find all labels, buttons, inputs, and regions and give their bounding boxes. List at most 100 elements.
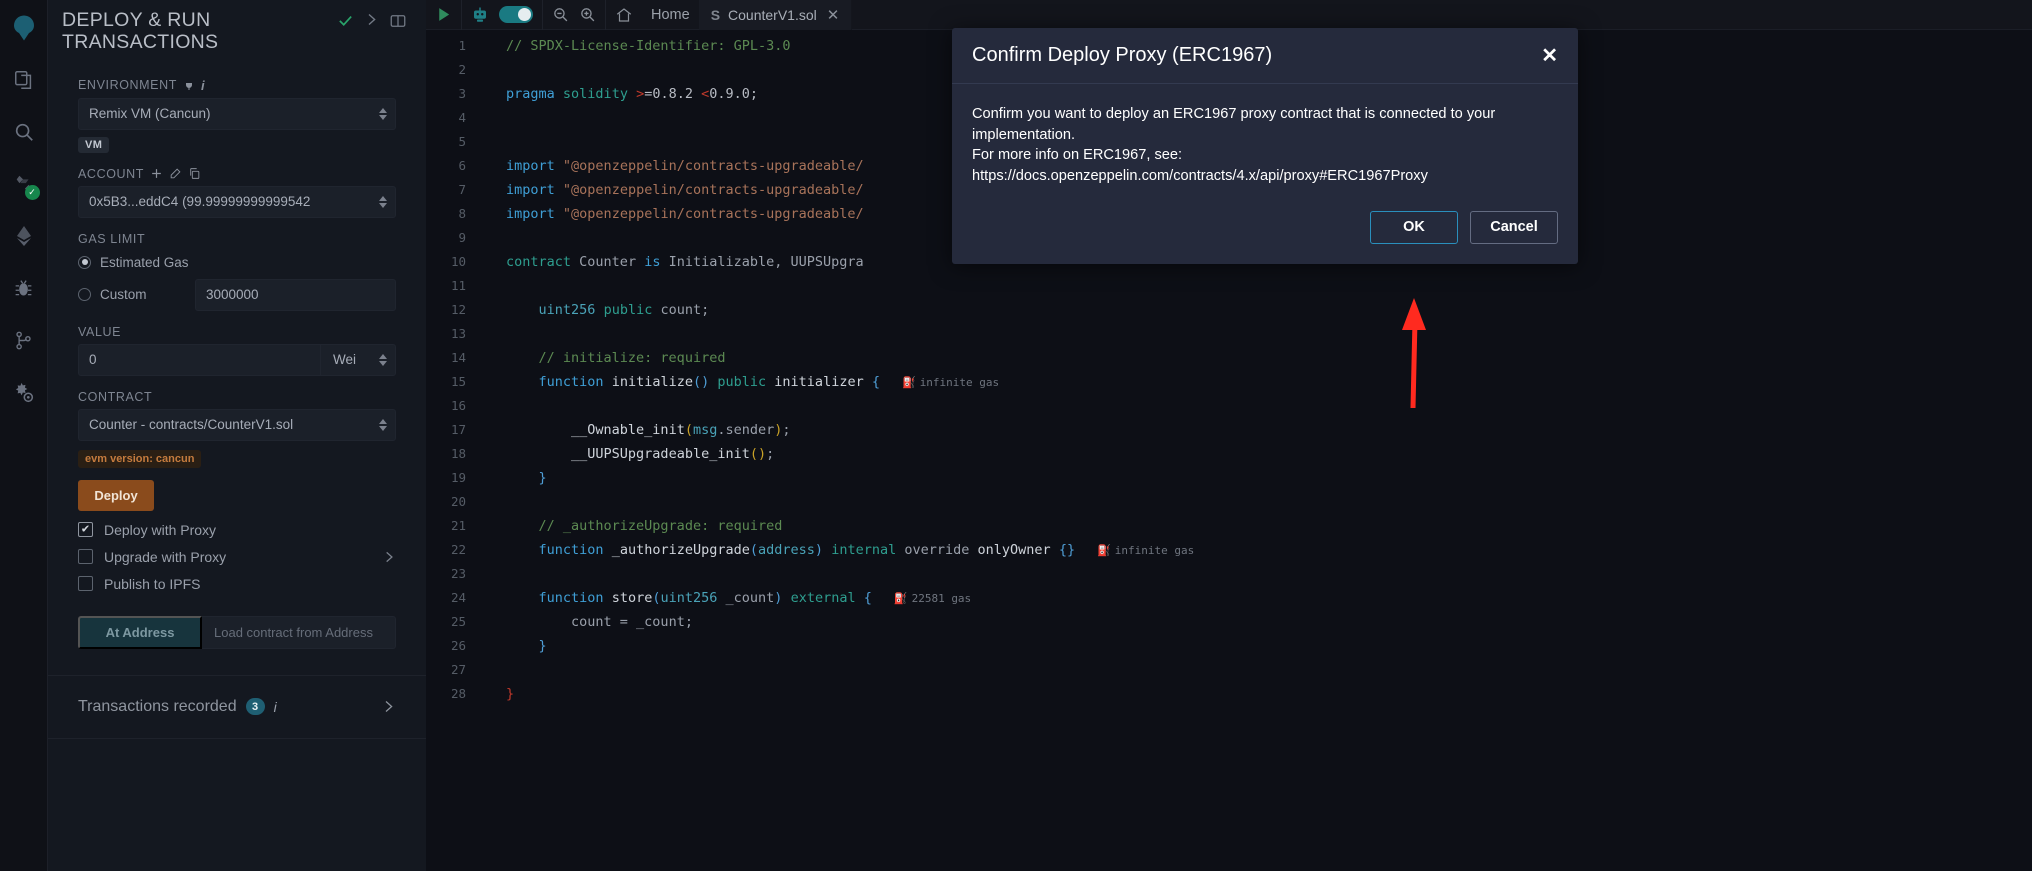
- fuel-pump-icon: ⛽: [1097, 544, 1111, 557]
- chevron-right-icon[interactable]: [382, 550, 396, 564]
- plus-icon[interactable]: [150, 167, 163, 180]
- code-line: 27: [426, 658, 2032, 682]
- home-group[interactable]: Home: [606, 0, 699, 30]
- divider: [48, 737, 426, 739]
- line-number: 5: [458, 134, 466, 149]
- custom-gas-option[interactable]: Custom 3000000: [78, 278, 396, 311]
- code-text: __Ownable_init(msg.sender);: [571, 422, 791, 438]
- line-number: 15: [450, 374, 466, 389]
- code-line: 22 function _authorizeUpgrade(address) i…: [426, 538, 2032, 562]
- line-number: 16: [450, 398, 466, 413]
- upgrade-with-proxy-label: Upgrade with Proxy: [104, 548, 227, 565]
- code-line: 12 uint256 public count;: [426, 298, 2032, 322]
- deploy-with-proxy-checkbox[interactable]: [78, 522, 93, 538]
- account-select[interactable]: 0x5B3...eddC4 (99.99999999999542: [78, 185, 396, 218]
- chevron-right-icon[interactable]: [381, 699, 396, 714]
- deploy-with-proxy-option[interactable]: Deploy with Proxy: [78, 522, 396, 538]
- custom-gas-input[interactable]: 3000000: [195, 278, 396, 311]
- code-line: 13: [426, 322, 2032, 346]
- close-icon[interactable]: ✕: [1541, 46, 1558, 66]
- line-number: 23: [450, 566, 466, 581]
- at-address-row: At Address Load contract from Address: [78, 615, 396, 649]
- layout-panel-icon[interactable]: [384, 10, 412, 32]
- line-number: 22: [450, 542, 466, 557]
- page-title: DEPLOY & RUN TRANSACTIONS: [62, 9, 219, 53]
- debugger-icon[interactable]: [0, 262, 48, 314]
- dialog-title: Confirm Deploy Proxy (ERC1967): [972, 44, 1273, 66]
- code-line: 18 __UUPSUpgradeable_init();: [426, 442, 2032, 466]
- deploy-with-proxy-label: Deploy with Proxy: [104, 521, 217, 538]
- code-text: pragma solidity >=0.8.2 <0.9.0;: [506, 86, 759, 102]
- home-icon[interactable]: [615, 6, 633, 24]
- deploy-button[interactable]: Deploy: [78, 479, 154, 511]
- custom-gas-radio[interactable]: [78, 288, 91, 302]
- upgrade-with-proxy-checkbox[interactable]: [78, 549, 93, 565]
- estimated-gas-radio[interactable]: [78, 255, 91, 269]
- search-icon[interactable]: [0, 106, 48, 158]
- at-address-button[interactable]: At Address: [78, 615, 202, 649]
- copy-icon[interactable]: [188, 167, 201, 180]
- info-icon[interactable]: i: [201, 78, 205, 93]
- code-line: 21 // _authorizeUpgrade: required: [426, 514, 2032, 538]
- value-input[interactable]: 0: [78, 343, 320, 376]
- line-number: 26: [450, 638, 466, 653]
- value-unit-select[interactable]: Wei: [320, 343, 396, 376]
- plug-icon[interactable]: [183, 79, 195, 91]
- chevron-updown-icon[interactable]: [379, 107, 387, 120]
- solidity-compiler-icon[interactable]: ✓: [0, 158, 48, 210]
- chevron-right-icon[interactable]: [359, 10, 384, 29]
- robot-icon[interactable]: [471, 6, 489, 24]
- code-line: 16: [426, 394, 2032, 418]
- publish-to-ipfs-option[interactable]: Publish to IPFS: [78, 576, 396, 592]
- value-row: 0 Wei: [78, 343, 396, 376]
- file-explorer-icon[interactable]: [0, 54, 48, 106]
- cancel-button[interactable]: Cancel: [1470, 210, 1558, 244]
- line-number: 18: [450, 446, 466, 461]
- home-label: Home: [651, 6, 690, 23]
- ai-group: [462, 0, 543, 30]
- deploy-run-panel: DEPLOY & RUN TRANSACTIONS ENVIRONMENT i …: [48, 0, 426, 871]
- estimated-gas-option[interactable]: Estimated Gas: [78, 255, 396, 270]
- plugin-manager-icon[interactable]: [0, 366, 48, 418]
- ai-toggle[interactable]: [499, 6, 533, 23]
- account-label: ACCOUNT: [78, 167, 396, 181]
- contract-select[interactable]: Counter - contracts/CounterV1.sol: [78, 408, 396, 441]
- tab-strip: S CounterV1.sol ✕: [698, 0, 853, 30]
- custom-gas-label: Custom: [100, 287, 147, 303]
- edit-icon[interactable]: [169, 167, 182, 180]
- zoom-out-icon[interactable]: [552, 6, 569, 23]
- transactions-recorded-label: Transactions recorded: [78, 697, 237, 715]
- remix-logo-icon[interactable]: [0, 2, 48, 54]
- run-script-icon[interactable]: [435, 6, 452, 23]
- close-icon[interactable]: ✕: [827, 6, 840, 24]
- upgrade-with-proxy-option[interactable]: Upgrade with Proxy: [78, 549, 396, 565]
- tab-counterv1-sol[interactable]: S CounterV1.sol ✕: [698, 0, 853, 30]
- chevron-updown-icon[interactable]: [379, 418, 387, 431]
- environment-select[interactable]: Remix VM (Cancun): [78, 97, 396, 130]
- zoom-in-icon[interactable]: [579, 6, 596, 23]
- code-text: function store(uint256 _count) external …: [538, 590, 972, 606]
- chevron-updown-icon[interactable]: [379, 353, 387, 366]
- chevron-updown-icon[interactable]: [379, 195, 387, 208]
- info-icon[interactable]: i: [274, 699, 277, 715]
- at-address-input[interactable]: Load contract from Address: [202, 615, 396, 649]
- transactions-recorded-row[interactable]: Transactions recorded 3 i: [48, 676, 426, 738]
- publish-to-ipfs-checkbox[interactable]: [78, 576, 93, 592]
- line-number: 21: [450, 518, 466, 533]
- publish-to-ipfs-label: Publish to IPFS: [104, 575, 201, 592]
- git-icon[interactable]: [0, 314, 48, 366]
- line-number: 2: [458, 62, 466, 77]
- deploy-run-icon[interactable]: [0, 210, 48, 262]
- code-text: // _authorizeUpgrade: required: [538, 518, 783, 534]
- code-line: 25 count = _count;: [426, 610, 2032, 634]
- solidity-icon: S: [710, 6, 721, 23]
- account-value: 0x5B3...eddC4 (99.99999999999542: [89, 194, 311, 210]
- ok-button[interactable]: OK: [1370, 210, 1458, 244]
- check-icon[interactable]: [332, 10, 359, 31]
- environment-label-text: ENVIRONMENT: [78, 78, 177, 93]
